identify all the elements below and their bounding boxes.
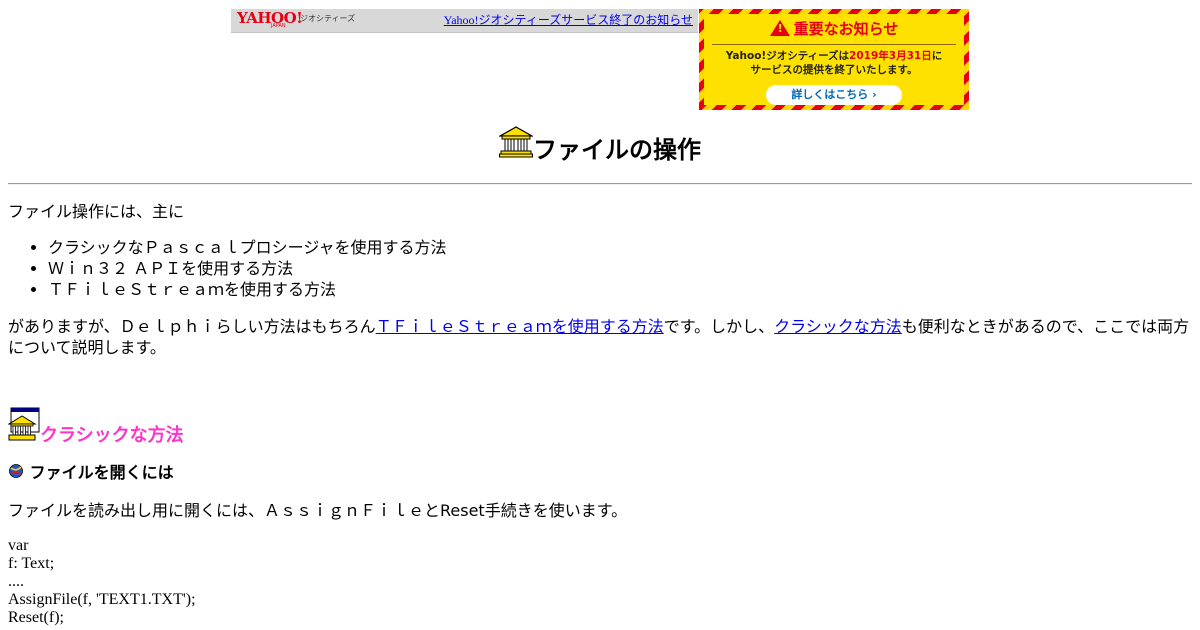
code-line: .... xyxy=(8,573,24,590)
list-item: Ｗｉｎ３２ ＡＰＩを使用する方法 xyxy=(48,258,447,279)
notice-line1-prefix: Yahoo!ジオシティーズは xyxy=(725,50,850,62)
notice-line1-suffix: に xyxy=(931,50,943,62)
methods-paragraph: がありますが、Ｄｅｌｐｈｉらしい方法はもちろんＴＦｉｌｅＳｔｒｅａｍを使用する方… xyxy=(8,316,1192,358)
notice-divider xyxy=(712,44,956,45)
subsection-heading-text: ファイルを開くには xyxy=(29,463,174,482)
list-item: ＴＦｉｌｅＳｔｒｅａｍを使用する方法 xyxy=(48,279,447,300)
page-title: ファイルの操作 xyxy=(0,126,1200,170)
section-heading-classic: クラシックな方法 xyxy=(7,407,184,454)
important-notice-box[interactable]: ! 重要なお知らせ Yahoo!ジオシティーズは2019年3月31日に サービスの… xyxy=(699,9,969,110)
section-heading-text: クラシックな方法 xyxy=(40,425,184,446)
globe-icon xyxy=(8,463,24,485)
building-window-icon xyxy=(7,407,40,454)
method-list: クラシックなＰａｓｃａｌプロシージャを使用する方法 Ｗｉｎ３２ ＡＰＩを使用する… xyxy=(8,237,447,300)
tfilestream-link[interactable]: ＴＦｉｌｅＳｔｒｅａｍを使用する方法 xyxy=(376,317,664,336)
subsection-heading-open-file: ファイルを開くには xyxy=(8,462,174,485)
code-line: f: Text; xyxy=(8,555,55,572)
geocities-banner: YAHOO! JAPAN ジオシティーズ Yahoo!ジオシティーズサービス終了… xyxy=(231,9,698,33)
service-end-notice-link[interactable]: Yahoo!ジオシティーズサービス終了のお知らせ xyxy=(444,12,693,28)
code-sample: var f: Text; .... AssignFile(f, 'TEXT1.T… xyxy=(8,537,196,627)
para-text: がありますが、Ｄｅｌｐｈｉらしい方法はもちろん xyxy=(8,317,376,336)
code-line: AssignFile(f, 'TEXT1.TXT'); xyxy=(8,591,196,608)
open-file-paragraph: ファイルを読み出し用に開くには、ＡｓｓｉｇｎＦｉｌｅとReset手続きを使います… xyxy=(8,501,628,520)
geocities-label: ジオシティーズ xyxy=(300,14,356,23)
page-title-text: ファイルの操作 xyxy=(533,136,701,164)
details-button[interactable]: 詳しくはこちら › xyxy=(766,85,902,105)
list-item: クラシックなＰａｓｃａｌプロシージャを使用する方法 xyxy=(48,237,447,258)
notice-date: 2019年3月31日 xyxy=(849,50,932,62)
divider xyxy=(8,183,1192,185)
notice-title: ! 重要なお知らせ xyxy=(704,20,964,38)
intro-text: ファイル操作には、主に xyxy=(8,202,185,221)
yahoo-logo-sub: JAPAN xyxy=(271,23,286,29)
classic-method-link[interactable]: クラシックな方法 xyxy=(774,317,902,336)
notice-title-text: 重要なお知らせ xyxy=(793,20,899,38)
code-line: Reset(f); xyxy=(8,609,64,626)
notice-line2: サービスの提供を終了いたします。 xyxy=(750,64,918,76)
building-icon xyxy=(497,126,535,170)
notice-inner: ! 重要なお知らせ Yahoo!ジオシティーズは2019年3月31日に サービスの… xyxy=(704,14,964,105)
warning-icon: ! xyxy=(769,20,790,36)
notice-text: Yahoo!ジオシティーズは2019年3月31日に サービスの提供を終了いたしま… xyxy=(708,49,960,77)
para-text: です。しかし、 xyxy=(663,317,775,336)
yahoo-logo[interactable]: YAHOO! xyxy=(237,10,303,26)
code-line: var xyxy=(8,537,29,554)
